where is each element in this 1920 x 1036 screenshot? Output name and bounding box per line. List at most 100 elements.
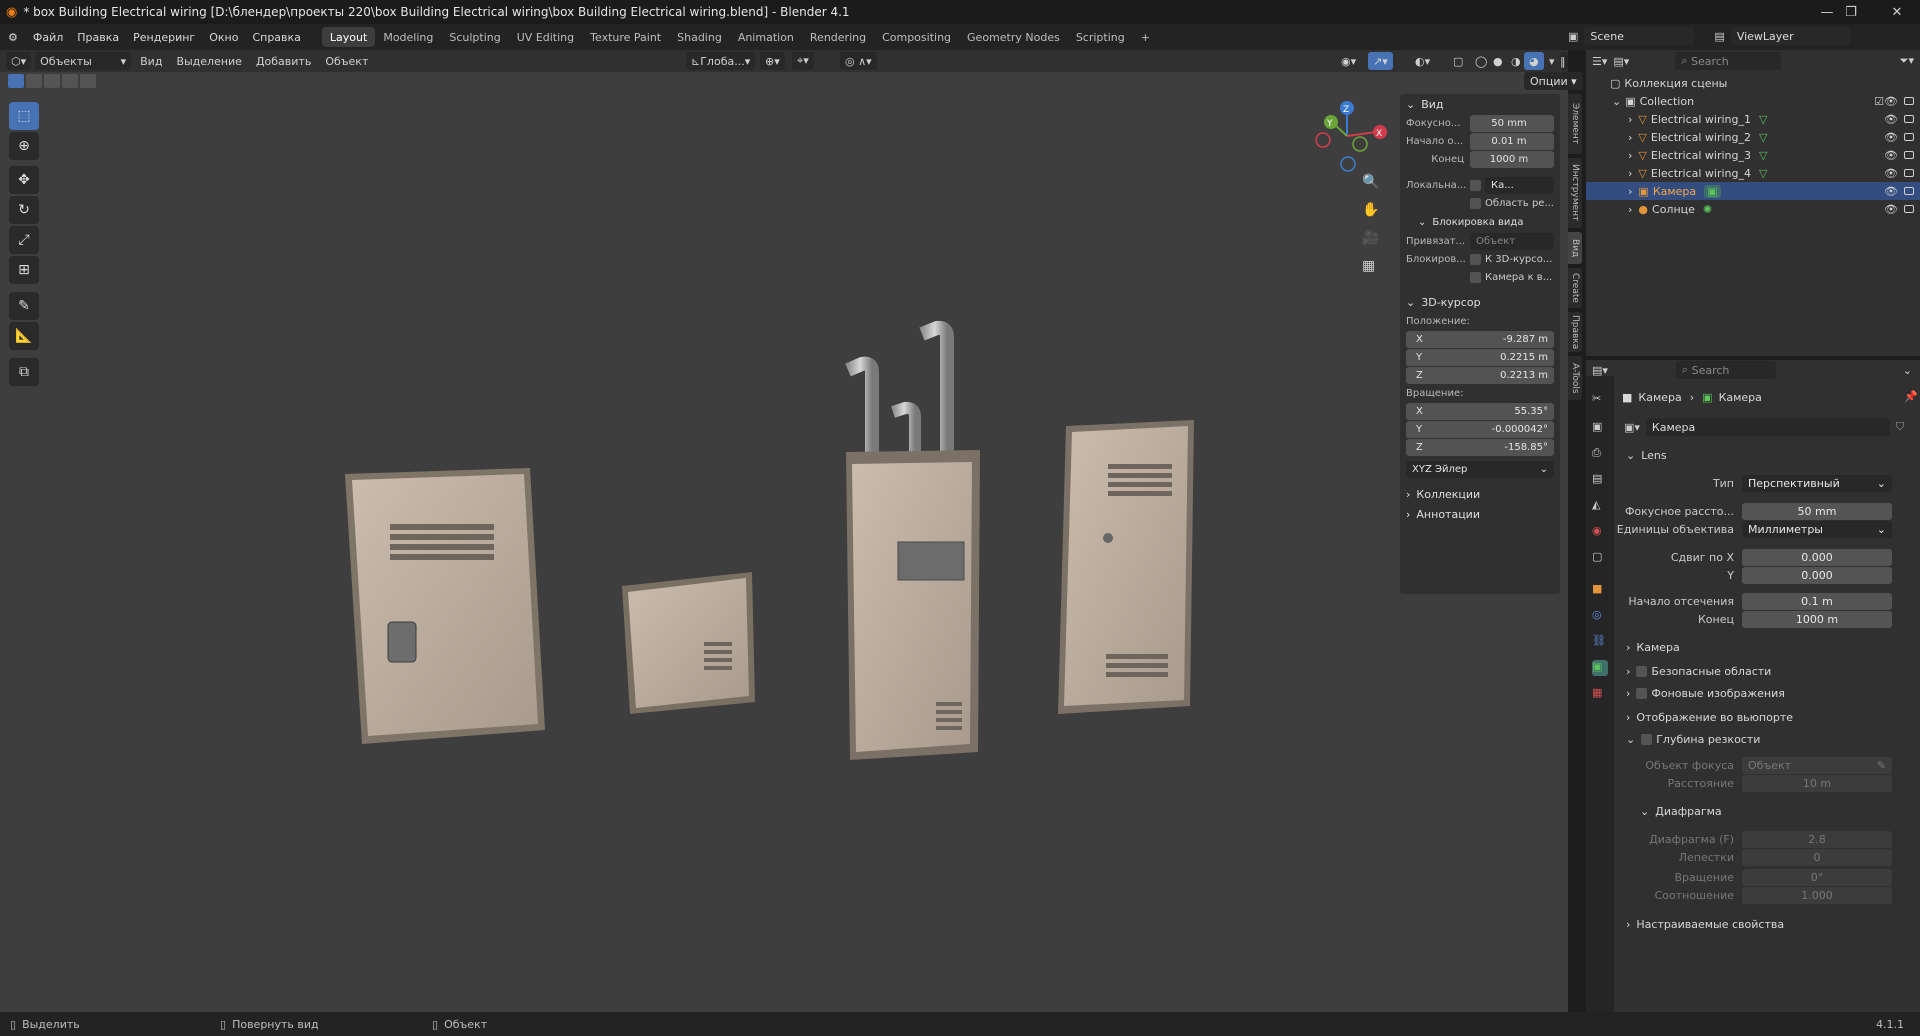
clip-end-field[interactable]: 1000 m: [1470, 150, 1554, 168]
focus-object-field[interactable]: Объект ✎: [1742, 756, 1892, 774]
pin-icon[interactable]: 📌: [1904, 390, 1918, 403]
lens-type-dropdown[interactable]: Перспективный ⌄: [1742, 474, 1892, 492]
properties-search-input[interactable]: ⌕ Search: [1675, 361, 1776, 379]
pause-icon[interactable]: ‖: [1560, 52, 1568, 70]
fstop-input[interactable]: 2.8: [1742, 830, 1892, 848]
display-mode-icon[interactable]: ▤▾: [1613, 55, 1629, 68]
scene-tab-icon[interactable]: ◭: [1592, 498, 1608, 514]
tab-texture-paint[interactable]: Texture Paint: [582, 27, 669, 47]
eye-icon[interactable]: 👁: [1884, 131, 1898, 144]
render-camera-icon[interactable]: [1904, 205, 1914, 213]
pivot-icon[interactable]: ⊕▾: [760, 52, 785, 70]
rotation-mode-dropdown[interactable]: XYZ Эйлер ⌄: [1406, 460, 1554, 478]
eye-icon[interactable]: 👁: [1884, 203, 1898, 216]
tool-tab-icon[interactable]: ✂: [1592, 392, 1608, 408]
tab-layout[interactable]: Layout: [321, 27, 376, 47]
lock-to-cursor-checkbox[interactable]: [1470, 253, 1481, 265]
data-block-selector[interactable]: ▣▾ Камера ⛉: [1624, 418, 1904, 436]
aperture-ratio-input[interactable]: 1.000: [1742, 886, 1892, 904]
custom-properties-section-header[interactable]: › Настраиваемые свойства: [1626, 915, 1784, 933]
menu-help[interactable]: Справка: [245, 24, 307, 50]
dof-checkbox[interactable]: [1641, 733, 1653, 745]
outliner-item-sun[interactable]: › ● Солнце ✺ 👁: [1586, 200, 1920, 218]
3d-cursor-section-header[interactable]: ⌄ 3D-курсор: [1400, 292, 1560, 312]
blender-menu-icon[interactable]: ⚙: [0, 31, 26, 44]
tab-a-tools[interactable]: A-Tools: [1568, 356, 1582, 400]
object-tab-icon[interactable]: ■: [1592, 582, 1608, 598]
blades-input[interactable]: 0: [1742, 848, 1892, 866]
outliner-item[interactable]: › ▽ Electrical wiring_3 ▽ 👁: [1586, 146, 1920, 164]
tab-shading[interactable]: Shading: [669, 27, 730, 47]
visibility-icon[interactable]: ◉▾: [1336, 52, 1361, 70]
view-section-header[interactable]: ⌄ Вид: [1400, 94, 1560, 114]
annotations-section-header[interactable]: › Аннотации: [1400, 504, 1560, 524]
solid-shading-icon[interactable]: ●: [1488, 52, 1508, 70]
fake-user-icon[interactable]: ⛉: [1896, 420, 1904, 434]
collections-section-header[interactable]: › Коллекции: [1400, 484, 1560, 504]
render-camera-icon[interactable]: [1904, 187, 1914, 195]
cursor-rotation-z[interactable]: Z -158.85°: [1406, 438, 1554, 456]
mode-dropdown[interactable]: Объекты ▾: [35, 52, 132, 70]
eye-icon[interactable]: 👁: [1884, 95, 1898, 108]
tab-scripting[interactable]: Scripting: [1068, 27, 1133, 47]
snap-icon[interactable]: ⌖▾: [792, 52, 814, 70]
render-camera-icon[interactable]: [1904, 133, 1914, 141]
tab-geometry-nodes[interactable]: Geometry Nodes: [959, 27, 1068, 47]
outliner-collection[interactable]: ⌄ ▣ Collection ☑ 👁: [1586, 92, 1920, 110]
maximize-icon[interactable]: ❐: [1828, 0, 1874, 24]
outliner-search-input[interactable]: ⌕ Search: [1675, 52, 1782, 70]
lock-camera-checkbox[interactable]: [1470, 271, 1481, 283]
checkbox-icon[interactable]: ☑: [1874, 95, 1884, 108]
background-images-section-header[interactable]: › Фоновые изображения: [1626, 684, 1785, 702]
menu-object[interactable]: Объект: [320, 52, 373, 70]
tab-create[interactable]: Create: [1568, 268, 1582, 308]
tab-modeling[interactable]: Modeling: [375, 27, 441, 47]
world-tab-icon[interactable]: ◉: [1592, 524, 1608, 540]
options-button[interactable]: Опции ▾: [1524, 72, 1583, 90]
outliner-scene-collection[interactable]: ▢ Коллекция сцены: [1586, 74, 1920, 92]
close-icon[interactable]: ✕: [1874, 0, 1920, 24]
electrical-box-2[interactable]: [622, 572, 755, 714]
cursor-location-y[interactable]: Y 0.2215 m: [1406, 348, 1554, 366]
outliner-item-camera[interactable]: › ▣ Камера ▣ 👁: [1586, 182, 1920, 200]
cursor-location-x[interactable]: X -9.287 m: [1406, 330, 1554, 348]
clip-start-input[interactable]: 0.1 m: [1742, 592, 1892, 610]
scene-selector[interactable]: Scene: [1584, 27, 1695, 45]
safe-areas-section-header[interactable]: › Безопасные области: [1626, 662, 1771, 680]
rendered-shading-icon[interactable]: ◕: [1524, 52, 1544, 70]
menu-select[interactable]: Выделение: [171, 52, 247, 70]
outliner-item[interactable]: › ▽ Electrical wiring_1 ▽ 👁: [1586, 110, 1920, 128]
aperture-rotation-input[interactable]: 0°: [1742, 868, 1892, 886]
pan-hand-icon[interactable]: ✋: [1362, 202, 1379, 218]
zoom-icon[interactable]: 🔍: [1362, 174, 1379, 190]
tab-edit[interactable]: Правка: [1568, 312, 1582, 352]
focus-distance-input[interactable]: 10 m: [1742, 774, 1892, 792]
dof-section-header[interactable]: ⌄ Глубина резкости: [1626, 730, 1760, 748]
transform-orientation-dropdown[interactable]: ⊾ Глоба... ▾: [686, 52, 756, 70]
viewlayer-selector[interactable]: ViewLayer: [1730, 27, 1851, 45]
tab-sculpting[interactable]: Sculpting: [441, 27, 508, 47]
cursor-location-z[interactable]: Z 0.2213 m: [1406, 366, 1554, 384]
lens-section-header[interactable]: ⌄ Lens: [1626, 446, 1667, 464]
electrical-box-4[interactable]: [1058, 420, 1194, 714]
tab-item[interactable]: Элемент: [1568, 94, 1582, 154]
output-tab-icon[interactable]: ⎙: [1592, 446, 1608, 462]
texture-tab-icon[interactable]: ▦: [1592, 686, 1608, 702]
tab-view[interactable]: Вид: [1568, 232, 1582, 264]
xray-icon[interactable]: ▢: [1448, 52, 1468, 70]
camera-data-tab-icon[interactable]: ▣: [1592, 660, 1608, 676]
constraints-tab-icon[interactable]: ⛓: [1592, 634, 1608, 650]
editor-type-icon[interactable]: ⬡▾: [6, 52, 32, 70]
focal-length-field[interactable]: 50 mm: [1470, 114, 1554, 132]
add-workspace-button[interactable]: +: [1133, 27, 1158, 47]
overlay-icon[interactable]: ◐▾: [1410, 52, 1435, 70]
local-camera-field[interactable]: Ка...: [1485, 176, 1554, 194]
editor-type-icon[interactable]: ☰▾: [1592, 55, 1607, 68]
render-camera-icon[interactable]: [1904, 151, 1914, 159]
render-region-checkbox[interactable]: [1470, 197, 1481, 209]
shift-x-input[interactable]: 0.000: [1742, 548, 1892, 566]
ortho-grid-icon[interactable]: ▦: [1362, 258, 1375, 274]
eye-icon[interactable]: 👁: [1884, 167, 1898, 180]
material-shading-icon[interactable]: ◑: [1506, 52, 1526, 70]
render-tab-icon[interactable]: ▣: [1592, 420, 1608, 436]
